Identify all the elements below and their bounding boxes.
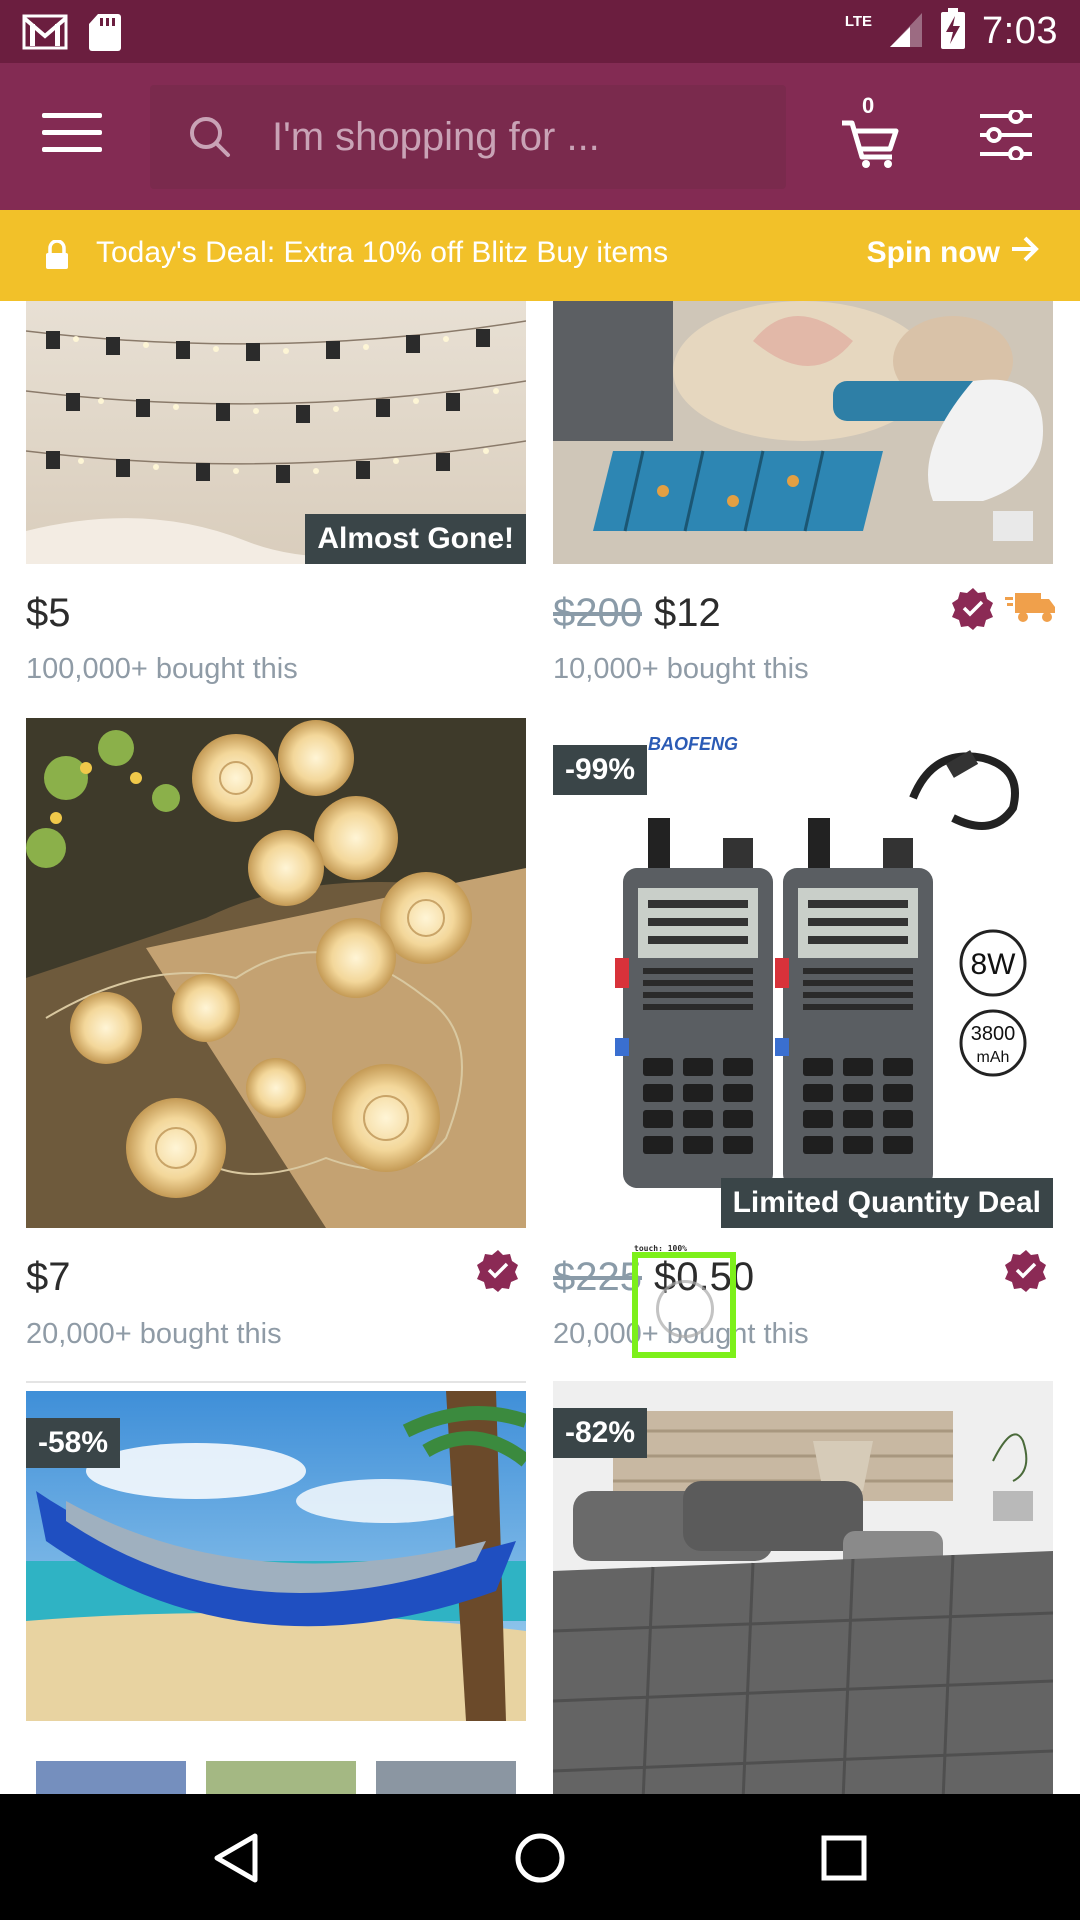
product-image[interactable]: [26, 718, 526, 1228]
limited-quantity-label: Limited Quantity Deal: [720, 1178, 1053, 1228]
product-image[interactable]: [553, 301, 1053, 564]
bought-count: 10,000+ bought this: [553, 653, 809, 685]
price: $5: [26, 591, 71, 635]
signal-icon: [888, 9, 924, 54]
cart-button[interactable]: 0: [840, 93, 902, 169]
product-image[interactable]: -82%: [553, 1381, 1053, 1794]
back-button[interactable]: [206, 1832, 266, 1888]
system-nav-bar: [0, 1794, 1080, 1920]
verified-badge-icon: [476, 1248, 520, 1292]
arrow-right-icon: [1010, 235, 1040, 271]
product-price: $200 $12: [553, 591, 721, 636]
clock: 7:03: [982, 10, 1058, 52]
filter-icon: [978, 108, 1034, 164]
battery-unit-label: mAh: [977, 1049, 1010, 1066]
product-card[interactable]: -58%: [26, 1381, 526, 1794]
radio-right: [775, 818, 933, 1188]
product-price: $7: [26, 1255, 71, 1300]
recents-button[interactable]: [814, 1832, 874, 1888]
power-rating-label: 8W: [971, 948, 1017, 981]
cart-count: 0: [862, 93, 875, 118]
deal-banner[interactable]: Today's Deal: Extra 10% off Blitz Buy it…: [0, 210, 1080, 301]
shipping-truck-icon: [1005, 589, 1057, 625]
price: $7: [26, 1255, 71, 1299]
lock-icon: [44, 239, 70, 275]
battery-capacity-label: 3800: [971, 1023, 1016, 1045]
bought-count: 20,000+ bought this: [26, 1318, 282, 1350]
app-bar: I'm shopping for ... 0: [0, 63, 1080, 210]
menu-icon: [42, 113, 102, 118]
product-image[interactable]: -58%: [26, 1391, 526, 1794]
product-price: $5: [26, 591, 71, 636]
verified-badge-icon: [951, 586, 995, 630]
original-price: $200: [553, 591, 642, 635]
deal-text: Today's Deal: Extra 10% off Blitz Buy it…: [96, 236, 669, 269]
menu-button[interactable]: [42, 113, 102, 159]
back-icon: [213, 1832, 259, 1889]
home-icon: [513, 1831, 567, 1890]
bought-count: 100,000+ bought this: [26, 653, 298, 685]
search-input[interactable]: I'm shopping for ...: [150, 85, 786, 189]
system-status: LTE 7:03: [845, 8, 1058, 55]
discount-badge: -99%: [553, 745, 648, 795]
search-icon: [188, 115, 232, 164]
menu-icon-line: [42, 130, 102, 135]
status-bar: LTE 7:03: [0, 0, 1080, 63]
notification-icons: [22, 12, 122, 57]
spin-now-label: Spin now: [866, 236, 1000, 269]
battery-charging-icon: [940, 8, 966, 55]
discount-badge: -82%: [553, 1408, 648, 1458]
spin-now-button[interactable]: Spin now: [867, 235, 1040, 271]
search-placeholder: I'm shopping for ...: [272, 115, 600, 159]
cart-icon: [840, 120, 902, 173]
recents-icon: [820, 1834, 868, 1887]
sd-card-icon: [88, 12, 122, 57]
menu-icon-line: [42, 147, 102, 152]
touch-ripple: [656, 1280, 714, 1338]
network-type: LTE: [844, 13, 873, 30]
filter-button[interactable]: [978, 108, 1034, 162]
price: $12: [653, 591, 721, 635]
product-grid: Almost Gone! $5 100,000+ bought this $20…: [0, 301, 1080, 1794]
discount-badge: -58%: [26, 1418, 121, 1468]
radio-left: [615, 818, 773, 1188]
almost-gone-label: Almost Gone!: [305, 514, 526, 564]
gmail-icon: [22, 12, 68, 57]
product-image[interactable]: 8W 3800 mAh BAOFENG -99% Limited Quantit…: [553, 718, 1053, 1228]
original-price: $225: [553, 1255, 642, 1299]
product-image[interactable]: Almost Gone!: [26, 301, 526, 564]
verified-badge-icon: [1004, 1248, 1048, 1292]
home-button[interactable]: [510, 1832, 570, 1888]
brand-logo: BAOFENG: [648, 734, 738, 754]
